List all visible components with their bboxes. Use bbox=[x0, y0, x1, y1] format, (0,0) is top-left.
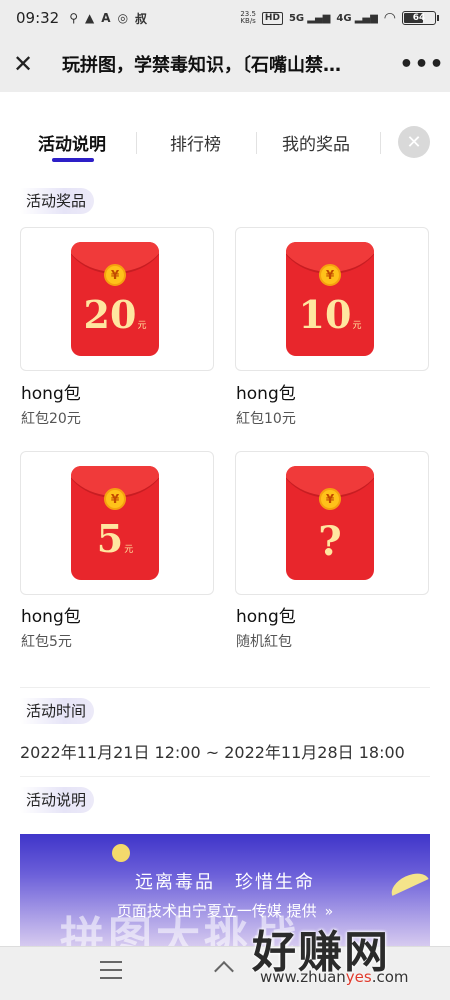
section-divider bbox=[20, 776, 430, 777]
prize-amount: 20元 bbox=[71, 292, 159, 337]
prize-card-random[interactable]: ¥ ? bbox=[235, 451, 429, 595]
watermark: 好赚网 www.zhuanyes.com bbox=[252, 916, 450, 1000]
prize-card-20[interactable]: ¥ 20元 bbox=[20, 227, 214, 371]
wifi-icon: ◠ bbox=[383, 10, 396, 26]
network-speed: 23.5 KB/s bbox=[240, 11, 256, 25]
alert-icon: ▲ bbox=[85, 11, 95, 25]
speed-unit: KB/s bbox=[240, 17, 256, 25]
battery-icon: 64 bbox=[402, 11, 439, 25]
notification-icons: ⚲ ▲ A ◎ 叔 bbox=[69, 10, 147, 27]
signal-5g-label: 5G bbox=[288, 12, 305, 24]
prize-desc: 紅包10元 bbox=[236, 411, 296, 427]
prizes-section-label: 活动奖品 bbox=[20, 188, 95, 214]
description-section-label: 活动说明 bbox=[20, 787, 95, 813]
active-tab-indicator bbox=[52, 158, 94, 162]
tab-close-icon[interactable]: ✕ bbox=[398, 126, 430, 158]
close-icon[interactable]: ✕ bbox=[0, 50, 46, 78]
prize-name: hong包 bbox=[21, 607, 81, 627]
prize-name: hong包 bbox=[236, 607, 296, 627]
signal-4g-icon: 4G ▂▄▆ bbox=[336, 12, 378, 24]
menu-icon[interactable] bbox=[100, 961, 122, 985]
prize-desc: 随机紅包 bbox=[236, 634, 292, 650]
status-time: 09:32 bbox=[16, 9, 60, 27]
prize-amount-value: 20 bbox=[83, 292, 137, 337]
circle-app-icon: ◎ bbox=[117, 11, 129, 25]
tab-bar: 活动说明 排行榜 我的奖品 bbox=[0, 112, 450, 172]
page-title: 玩拼图，学禁毒知识，〔石嘴山禁… bbox=[62, 55, 341, 76]
prize-name: hong包 bbox=[21, 384, 81, 404]
prize-amount: 10元 bbox=[286, 292, 374, 337]
map-pin-icon: ⚲ bbox=[69, 11, 79, 25]
tab-activity-description[interactable]: 活动说明 bbox=[38, 130, 106, 155]
tab-divider bbox=[136, 132, 137, 154]
watermark-url: www.zhuanyes.com bbox=[260, 968, 409, 986]
battery-level: 64 bbox=[412, 13, 426, 23]
prize-card-10[interactable]: ¥ 10元 bbox=[235, 227, 429, 371]
prize-amount-unit: 元 bbox=[352, 321, 362, 331]
title-bar: ✕ 玩拼图，学禁毒知识，〔石嘴山禁… ••• bbox=[0, 36, 450, 92]
red-envelope-icon: ¥ 20元 bbox=[71, 242, 159, 356]
prize-amount-unit: 元 bbox=[137, 321, 147, 331]
prize-amount: ? bbox=[286, 518, 374, 565]
tab-divider bbox=[256, 132, 257, 154]
uncle-icon: 叔 bbox=[135, 11, 148, 26]
yuan-coin-icon: ¥ bbox=[319, 488, 341, 510]
tab-leaderboard[interactable]: 排行榜 bbox=[170, 130, 221, 155]
activity-time: 2022年11月21日 12:00 ~ 2022年11月28日 18:00 bbox=[20, 743, 405, 762]
section-divider bbox=[20, 687, 430, 688]
status-bar: 09:32 ⚲ ▲ A ◎ 叔 23.5 KB/s HD 5G ▂▄▆ 4G ▂… bbox=[0, 0, 450, 36]
tab-my-prizes[interactable]: 我的奖品 bbox=[282, 130, 350, 155]
red-envelope-icon: ¥ 10元 bbox=[286, 242, 374, 356]
banner-title: 远离毒品 珍惜生命 bbox=[135, 872, 315, 893]
prize-amount-value: 10 bbox=[298, 292, 352, 337]
home-icon[interactable] bbox=[210, 961, 238, 983]
yuan-coin-icon: ¥ bbox=[104, 488, 126, 510]
prize-amount-unit: 元 bbox=[124, 545, 134, 555]
signal-4g-label: 4G bbox=[336, 12, 352, 24]
more-icon[interactable]: ••• bbox=[394, 52, 450, 77]
hd-badge: HD bbox=[261, 11, 283, 25]
watermark-url-highlight: yes bbox=[345, 968, 372, 986]
prize-amount: 5元 bbox=[71, 516, 159, 561]
red-envelope-icon: ¥ 5元 bbox=[71, 466, 159, 580]
yuan-coin-icon: ¥ bbox=[319, 264, 341, 286]
moon-icon bbox=[112, 844, 130, 862]
a-icon: A bbox=[101, 11, 111, 25]
prize-desc: 紅包5元 bbox=[21, 634, 72, 650]
tab-divider bbox=[380, 132, 381, 154]
prize-card-5[interactable]: ¥ 5元 bbox=[20, 451, 214, 595]
red-envelope-icon: ¥ ? bbox=[286, 466, 374, 580]
signal-5g-icon: 5G ▂▄▆ bbox=[288, 12, 331, 24]
prize-amount-value: ? bbox=[318, 518, 342, 565]
time-section-label: 活动时间 bbox=[20, 698, 95, 724]
yuan-coin-icon: ¥ bbox=[104, 264, 126, 286]
watermark-url-prefix: www.zhuan bbox=[260, 968, 346, 986]
watermark-url-suffix: .com bbox=[371, 968, 409, 986]
prize-desc: 紅包20元 bbox=[21, 411, 81, 427]
prize-name: hong包 bbox=[236, 384, 296, 404]
prize-amount-value: 5 bbox=[96, 516, 124, 561]
